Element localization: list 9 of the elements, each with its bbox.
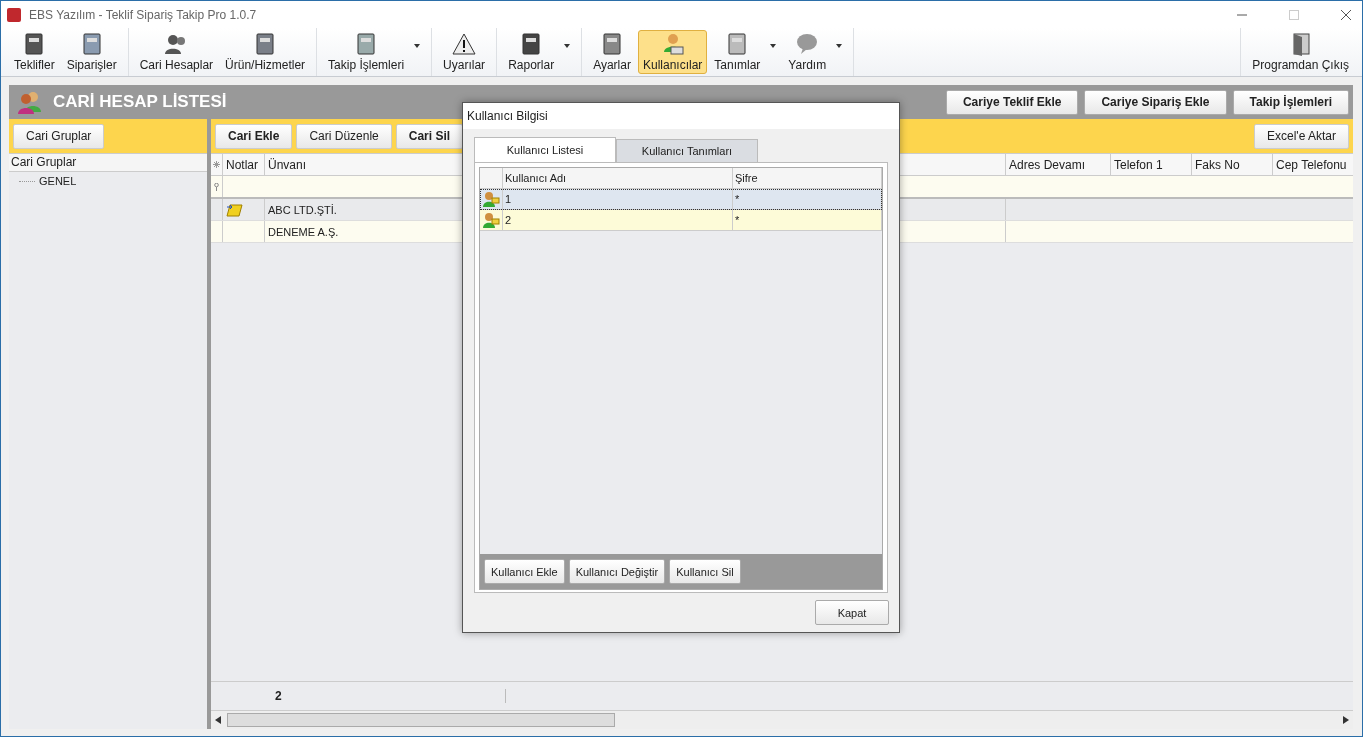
panel-title: CARİ HESAP LİSTESİ — [53, 92, 227, 112]
dialog-title: Kullanıcı Bilgisi — [463, 103, 899, 129]
table-cell: * — [733, 189, 882, 209]
table-cell: * — [733, 210, 882, 230]
table-cell: 2 — [503, 210, 733, 230]
tree-header: Cari Gruplar — [9, 154, 207, 172]
row-count: 2 — [275, 689, 506, 703]
table-cell: 1 — [503, 189, 733, 209]
window-title: EBS Yazılım - Teklif Sipariş Takip Pro 1.0.7 — [29, 7, 257, 22]
